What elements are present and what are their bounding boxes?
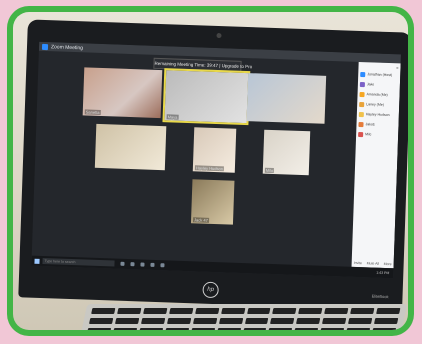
avatar [360, 71, 366, 77]
taskbar-search-input[interactable]: Type here to search [42, 258, 115, 267]
more-button[interactable]: More [384, 262, 392, 266]
key [216, 328, 241, 330]
panel-footer: Invite Mute All More [354, 261, 392, 266]
key [138, 328, 163, 330]
key [372, 328, 397, 330]
key [348, 318, 373, 324]
taskbar-app-icon[interactable] [130, 262, 135, 267]
windows-taskbar: Type here to search 1:43 PM [31, 255, 394, 279]
video-tile[interactable] [246, 73, 327, 124]
video-tile[interactable] [94, 123, 167, 171]
key [322, 318, 347, 324]
avatar [359, 91, 365, 97]
key [346, 328, 371, 330]
key-row [83, 314, 405, 324]
key [117, 308, 142, 314]
key [168, 308, 194, 314]
key [140, 318, 166, 324]
windows-start-icon[interactable] [34, 258, 40, 264]
key [294, 328, 319, 330]
key [244, 318, 269, 324]
taskbar-app-icon[interactable] [160, 263, 165, 268]
key [218, 318, 243, 324]
participant-row[interactable]: Milo [356, 129, 398, 140]
key [270, 318, 295, 324]
key [166, 318, 191, 324]
laptop-screen: Zoom Meeting Remaining Meeting Time: 39:… [31, 41, 401, 279]
tile-name: Milo [264, 167, 275, 174]
participant-name: Jake [366, 82, 375, 87]
key [86, 328, 112, 330]
key [192, 318, 217, 324]
laptop-keyboard [78, 304, 408, 330]
avatar [358, 121, 364, 127]
participant-name: Jakob [365, 122, 375, 127]
key [220, 308, 245, 314]
avatar [358, 111, 364, 117]
key [272, 308, 297, 314]
video-tile[interactable]: Jack 47 [190, 179, 235, 225]
tile-name: Jack 47 [192, 217, 209, 223]
key-row [81, 324, 403, 330]
video-tile[interactable]: Sanetta [82, 67, 163, 119]
taskbar-app-icon[interactable] [150, 262, 155, 267]
participant-name: Amanda (Me) [366, 92, 388, 97]
hp-logo: hp [202, 281, 219, 299]
key [114, 318, 140, 324]
key [350, 308, 375, 314]
participant-name: Milo [365, 132, 372, 137]
key-row [85, 304, 407, 314]
key [164, 328, 189, 330]
key [91, 308, 116, 314]
video-tile[interactable]: Milo [262, 129, 311, 176]
tile-name: Sanetta [84, 109, 101, 115]
invite-button[interactable]: Invite [354, 261, 363, 265]
key [112, 328, 137, 330]
avatar [359, 101, 365, 107]
taskbar-clock: 1:43 PM [376, 270, 390, 276]
model-label: EliteBook [371, 293, 389, 300]
key [194, 308, 220, 314]
key [374, 318, 399, 324]
participants-panel: ≡ Jonathan (Host) Jake Amanda (Me) Laney… [351, 61, 401, 269]
avatar [359, 81, 365, 87]
key [298, 308, 323, 314]
participant-name: Hayley Hudson [365, 112, 390, 118]
video-tile[interactable]: Maya [162, 68, 251, 126]
key [376, 308, 401, 314]
key [190, 328, 215, 330]
participant-name: Jonathan (Host) [367, 72, 393, 78]
zoom-app-icon [41, 43, 49, 50]
key [89, 318, 114, 324]
participant-name: Laney (Me) [366, 102, 384, 107]
laptop-lid: Zoom Meeting Remaining Meeting Time: 39:… [18, 19, 408, 311]
photo-frame: Zoom Meeting Remaining Meeting Time: 39:… [7, 6, 414, 336]
webcam [216, 32, 222, 39]
avatar [358, 131, 364, 137]
photo-scene: Zoom Meeting Remaining Meeting Time: 39:… [13, 12, 408, 330]
tile-name: Hayley Hudson [194, 165, 225, 172]
key [320, 328, 345, 330]
video-tile[interactable]: Hayley Hudson [192, 127, 237, 173]
tile-name: Maya [166, 114, 179, 120]
key [324, 308, 349, 314]
key [246, 308, 271, 314]
mute-all-button[interactable]: Mute All [367, 261, 380, 265]
taskbar-app-icon[interactable] [120, 261, 125, 266]
key [242, 328, 267, 330]
taskbar-app-icon[interactable] [140, 262, 145, 267]
key [268, 328, 293, 330]
key [296, 318, 321, 324]
key [142, 308, 168, 314]
window-title: Zoom Meeting [50, 43, 84, 51]
